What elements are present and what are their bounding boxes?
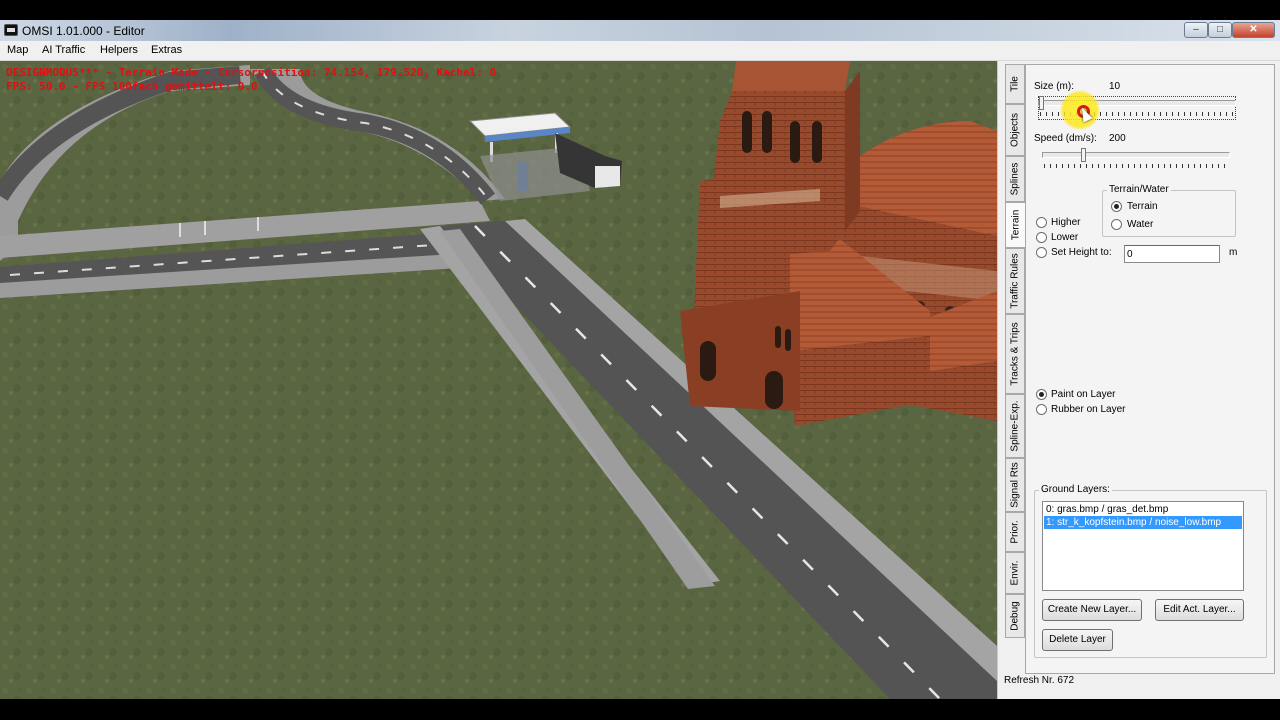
ground-layers-group: Ground Layers: 0: gras.bmp / gras_det.bm… bbox=[1034, 484, 1267, 658]
window-title: OMSI 1.01.000 - Editor bbox=[22, 24, 145, 38]
tab-envir[interactable]: Envir. bbox=[1005, 552, 1025, 594]
scene-render bbox=[0, 61, 997, 699]
editor-side-panel: Tile Objects Splines Terrain Traffic Rul… bbox=[997, 61, 1280, 699]
speed-slider-thumb[interactable] bbox=[1081, 148, 1086, 162]
tab-splines[interactable]: Splines bbox=[1005, 156, 1025, 202]
speed-slider[interactable] bbox=[1042, 148, 1230, 170]
tab-debug[interactable]: Debug bbox=[1005, 594, 1025, 638]
letterbox-top bbox=[0, 0, 1280, 20]
create-new-layer-button[interactable]: Create New Layer... bbox=[1042, 599, 1142, 621]
letterbox-bottom bbox=[0, 699, 1280, 720]
tab-objects[interactable]: Objects bbox=[1005, 104, 1025, 156]
delete-layer-button[interactable]: Delete Layer bbox=[1042, 629, 1113, 651]
target-terrain-radio[interactable] bbox=[1111, 201, 1122, 212]
rubber-on-layer-label: Rubber on Layer bbox=[1051, 404, 1126, 415]
set-height-input[interactable]: 0 bbox=[1124, 245, 1220, 263]
size-value: 10 bbox=[1109, 81, 1121, 92]
terrain-tab-panel: Size (m): 10 Speed (dm/s): 200 Higher Lo… bbox=[1025, 64, 1275, 674]
ground-layers-list[interactable]: 0: gras.bmp / gras_det.bmp 1: str_k_kopf… bbox=[1042, 501, 1244, 591]
minimize-button[interactable]: – bbox=[1184, 22, 1208, 38]
target-water-label: Water bbox=[1127, 219, 1154, 230]
bus-app-icon bbox=[4, 24, 18, 36]
edit-active-layer-button[interactable]: Edit Act. Layer... bbox=[1155, 599, 1244, 621]
mode-set-height-radio[interactable] bbox=[1036, 247, 1047, 258]
terrain-water-group-label: Terrain/Water bbox=[1107, 184, 1171, 195]
menu-bar: Map AI Traffic Helpers Extras bbox=[0, 41, 1280, 61]
tab-traffic-rules[interactable]: Traffic Rules bbox=[1005, 248, 1025, 314]
menu-extras[interactable]: Extras bbox=[151, 44, 182, 56]
window-titlebar[interactable]: OMSI 1.01.000 - Editor – □ ✕ bbox=[0, 20, 1280, 41]
mode-higher-radio[interactable] bbox=[1036, 217, 1047, 228]
mode-lower-radio[interactable] bbox=[1036, 232, 1047, 243]
editor-3d-viewport[interactable]: DESIGNMODUS*** - Terrain Mode - Cursorpo… bbox=[0, 61, 997, 699]
terrain-water-group: Terrain/Water Terrain Water bbox=[1102, 184, 1236, 237]
mode-higher-label: Higher bbox=[1051, 217, 1081, 228]
menu-helpers[interactable]: Helpers bbox=[100, 44, 138, 56]
menu-ai-traffic[interactable]: AI Traffic bbox=[42, 44, 85, 56]
vertical-tab-strip: Tile Objects Splines Terrain Traffic Rul… bbox=[1005, 64, 1027, 696]
mouse-pointer-icon bbox=[1077, 105, 1093, 123]
mode-set-height-label: Set Height to: bbox=[1051, 247, 1112, 258]
speed-value: 200 bbox=[1109, 133, 1126, 144]
size-label: Size (m): bbox=[1034, 81, 1074, 92]
tab-terrain[interactable]: Terrain bbox=[1005, 202, 1027, 248]
size-slider-thumb[interactable] bbox=[1039, 96, 1044, 110]
refresh-counter: Refresh Nr. 672 bbox=[1004, 675, 1075, 686]
target-water-radio[interactable] bbox=[1111, 219, 1122, 230]
tab-spline-exp[interactable]: Spline-Exp. bbox=[1005, 394, 1025, 458]
mode-lower-label: Lower bbox=[1051, 232, 1079, 243]
tab-tracks-trips[interactable]: Tracks & Trips bbox=[1005, 314, 1025, 394]
paint-on-layer-label: Paint on Layer bbox=[1051, 389, 1116, 400]
hud-status-line: DESIGNMODUS*** - Terrain Mode - Cursorpo… bbox=[6, 66, 497, 79]
menu-map[interactable]: Map bbox=[7, 44, 28, 56]
maximize-button[interactable]: □ bbox=[1208, 22, 1232, 38]
ground-layer-item[interactable]: 0: gras.bmp / gras_det.bmp bbox=[1044, 503, 1242, 516]
tab-tile[interactable]: Tile bbox=[1005, 64, 1025, 104]
tab-signal-routes[interactable]: Signal Rts bbox=[1005, 458, 1025, 512]
ground-layer-item-selected[interactable]: 1: str_k_kopfstein.bmp / noise_low.bmp bbox=[1044, 516, 1242, 529]
paint-on-layer-radio[interactable] bbox=[1036, 389, 1047, 400]
target-terrain-label: Terrain bbox=[1127, 201, 1158, 212]
cursor-highlight bbox=[1060, 90, 1100, 130]
tab-prior[interactable]: Prior. bbox=[1005, 512, 1025, 552]
ground-layers-label: Ground Layers: bbox=[1039, 484, 1112, 495]
speed-label: Speed (dm/s): bbox=[1034, 133, 1097, 144]
set-height-unit: m bbox=[1229, 247, 1238, 258]
hud-fps-line: FPS: 50.0 - FPS 100fach gemittelt: 0.0 bbox=[6, 80, 258, 93]
rubber-on-layer-radio[interactable] bbox=[1036, 404, 1047, 415]
close-button[interactable]: ✕ bbox=[1232, 22, 1275, 38]
